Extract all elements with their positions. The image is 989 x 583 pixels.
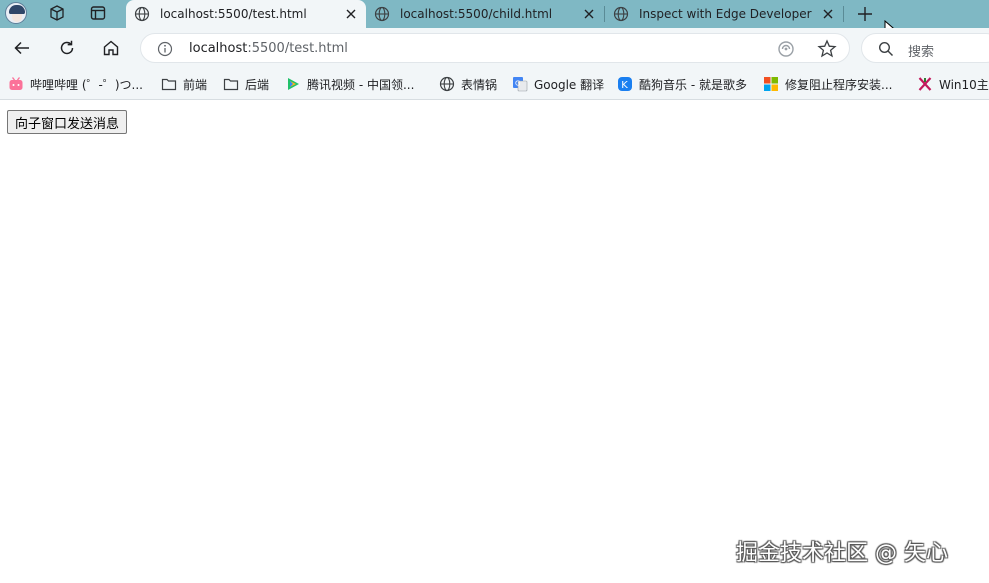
globe-icon <box>439 76 455 92</box>
tab-title: localhost:5500/test.html <box>160 7 307 21</box>
bookmark-folder-frontend[interactable]: 前端 <box>161 75 207 93</box>
bookmark-biaoqingguo[interactable]: 表情锅 <box>439 75 497 93</box>
new-tab-button[interactable] <box>854 3 876 25</box>
browser-window: localhost:5500/test.html localhost:5500/… <box>0 0 989 583</box>
home-icon <box>103 40 119 56</box>
page-viewport: 向子窗口发送消息 掘金技术社区 @ 矢心 <box>0 101 989 583</box>
microsoft-icon <box>764 77 778 91</box>
close-icon[interactable] <box>344 7 358 21</box>
bookmark-folder-backend[interactable]: 后端 <box>223 75 269 93</box>
bilibili-icon <box>9 77 23 90</box>
home-button[interactable] <box>99 36 123 60</box>
x-icon <box>918 77 932 91</box>
refresh-icon <box>60 40 74 55</box>
bookmark-kugou[interactable]: K 酷狗音乐 - 就是歌多 <box>617 75 747 93</box>
workspaces-icon[interactable] <box>45 2 69 24</box>
close-icon[interactable] <box>821 7 835 21</box>
bookmark-bilibili[interactable]: 哔哩哔哩 (゜-゜)つ... <box>8 75 143 93</box>
tab-strip: localhost:5500/test.html localhost:5500/… <box>0 0 989 39</box>
bookmark-label: 前端 <box>183 77 208 92</box>
search-box[interactable]: 搜索 <box>861 33 989 63</box>
tab-child[interactable]: localhost:5500/child.html <box>366 0 604 28</box>
bookmark-win10-theme[interactable]: Win10主题 <box>917 75 989 93</box>
url-path: :5500/test.html <box>247 41 348 56</box>
tencent-video-icon <box>288 78 299 90</box>
plus-icon <box>858 7 872 21</box>
info-icon[interactable] <box>157 41 173 57</box>
refresh-button[interactable] <box>55 36 79 60</box>
bookmark-tencent-video[interactable]: 腾讯视频 - 中国领... <box>285 75 414 93</box>
search-icon <box>878 41 894 57</box>
bookmark-label: 后端 <box>245 77 270 92</box>
address-bar[interactable]: localhost:5500/test.html <box>140 33 850 63</box>
tab-actions-icon[interactable] <box>86 2 110 24</box>
url-host: localhost <box>189 41 248 56</box>
tab-separator <box>843 6 844 22</box>
folder-icon <box>161 78 177 91</box>
folder-icon <box>223 78 239 91</box>
globe-icon <box>134 6 150 22</box>
bookmark-label: 酷狗音乐 - 就是歌多 <box>639 77 747 92</box>
url-text[interactable]: localhost:5500/test.html <box>189 41 348 56</box>
bookmarks-bar: 哔哩哔哩 (゜-゜)つ... 前端 后端 腾讯视频 - 中国领... 表情锅 G… <box>0 68 989 100</box>
search-placeholder: 搜索 <box>908 45 935 60</box>
avatar-icon <box>5 2 27 24</box>
arrow-left-icon <box>14 41 29 55</box>
bookmark-label: 修复阻止程序安装... <box>785 77 893 92</box>
bookmark-label: Google 翻译 <box>534 77 605 92</box>
bookmark-label: Win10主题 <box>939 77 989 92</box>
bookmark-microsoft-fix[interactable]: 修复阻止程序安装... <box>763 75 892 93</box>
bookmark-label: 表情锅 <box>461 77 498 92</box>
tab-test[interactable]: localhost:5500/test.html <box>126 0 366 28</box>
favorite-star-icon[interactable] <box>817 39 837 59</box>
watermark: 掘金技术社区 @ 矢心 <box>736 541 948 566</box>
google-translate-icon: G <box>513 77 528 92</box>
globe-icon <box>613 6 629 22</box>
tab-title: localhost:5500/child.html <box>400 7 553 21</box>
profile-avatar[interactable] <box>4 2 28 24</box>
toolbar: localhost:5500/test.html 搜索 <box>0 28 989 68</box>
close-icon[interactable] <box>582 7 596 21</box>
globe-icon <box>374 6 390 22</box>
send-message-button[interactable]: 向子窗口发送消息 <box>7 110 128 134</box>
tab-devtools[interactable]: Inspect with Edge Developer Tools <box>605 0 843 28</box>
svg-text:K: K <box>621 80 628 91</box>
bookmark-label: 哔哩哔哩 (゜-゜)つ... <box>30 77 143 92</box>
svg-text:G: G <box>515 80 520 88</box>
bookmark-google-translate[interactable]: G Google 翻译 <box>512 75 604 93</box>
app-available-icon[interactable] <box>777 40 795 58</box>
back-button[interactable] <box>10 36 34 60</box>
tab-title: Inspect with Edge Developer Tools <box>639 7 815 21</box>
kugou-icon: K <box>618 77 632 91</box>
bookmark-label: 腾讯视频 - 中国领... <box>307 77 415 92</box>
